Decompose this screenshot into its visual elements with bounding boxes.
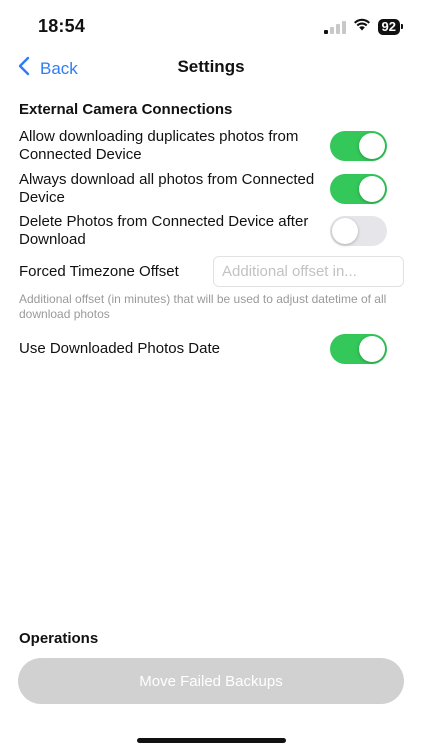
battery-icon: 92	[377, 19, 404, 35]
setting-row-allow-duplicates: Allow downloading duplicates photos from…	[19, 128, 403, 164]
section-title-external-camera: External Camera Connections	[19, 101, 233, 118]
toggle-knob	[359, 336, 385, 362]
setting-row-use-downloaded-date: Use Downloaded Photos Date	[19, 334, 403, 364]
setting-label: Allow downloading duplicates photos from…	[19, 128, 299, 163]
use-downloaded-date-toggle[interactable]	[330, 334, 387, 364]
status-bar: 18:54 92	[0, 0, 422, 48]
toggle-knob	[332, 218, 358, 244]
setting-label: Delete Photos from Connected Device afte…	[19, 213, 309, 248]
setting-label: Use Downloaded Photos Date	[19, 340, 220, 357]
timezone-offset-label: Forced Timezone Offset	[19, 263, 179, 280]
timezone-offset-input[interactable]	[213, 256, 404, 287]
move-failed-backups-button[interactable]: Move Failed Backups	[18, 658, 404, 704]
delete-after-download-toggle[interactable]	[330, 216, 387, 246]
wifi-icon	[353, 18, 371, 36]
setting-row-download-all: Always download all photos from Connecte…	[19, 171, 403, 207]
navigation-bar: Back Settings	[0, 52, 422, 82]
allow-duplicates-toggle[interactable]	[330, 131, 387, 161]
download-all-toggle[interactable]	[330, 174, 387, 204]
timezone-offset-row: Forced Timezone Offset	[19, 256, 404, 287]
setting-label: Always download all photos from Connecte…	[19, 171, 315, 206]
section-title-operations: Operations	[19, 630, 99, 647]
page-title: Settings	[177, 57, 245, 76]
toggle-knob	[359, 133, 385, 159]
status-time: 18:54	[38, 16, 86, 36]
timezone-offset-help-text: Additional offset (in minutes) that will…	[19, 292, 387, 321]
cellular-signal-icon	[323, 20, 346, 34]
toggle-knob	[359, 176, 385, 202]
home-indicator	[137, 738, 286, 743]
setting-row-delete-after-download: Delete Photos from Connected Device afte…	[19, 213, 403, 249]
status-icons: 92	[323, 18, 404, 36]
